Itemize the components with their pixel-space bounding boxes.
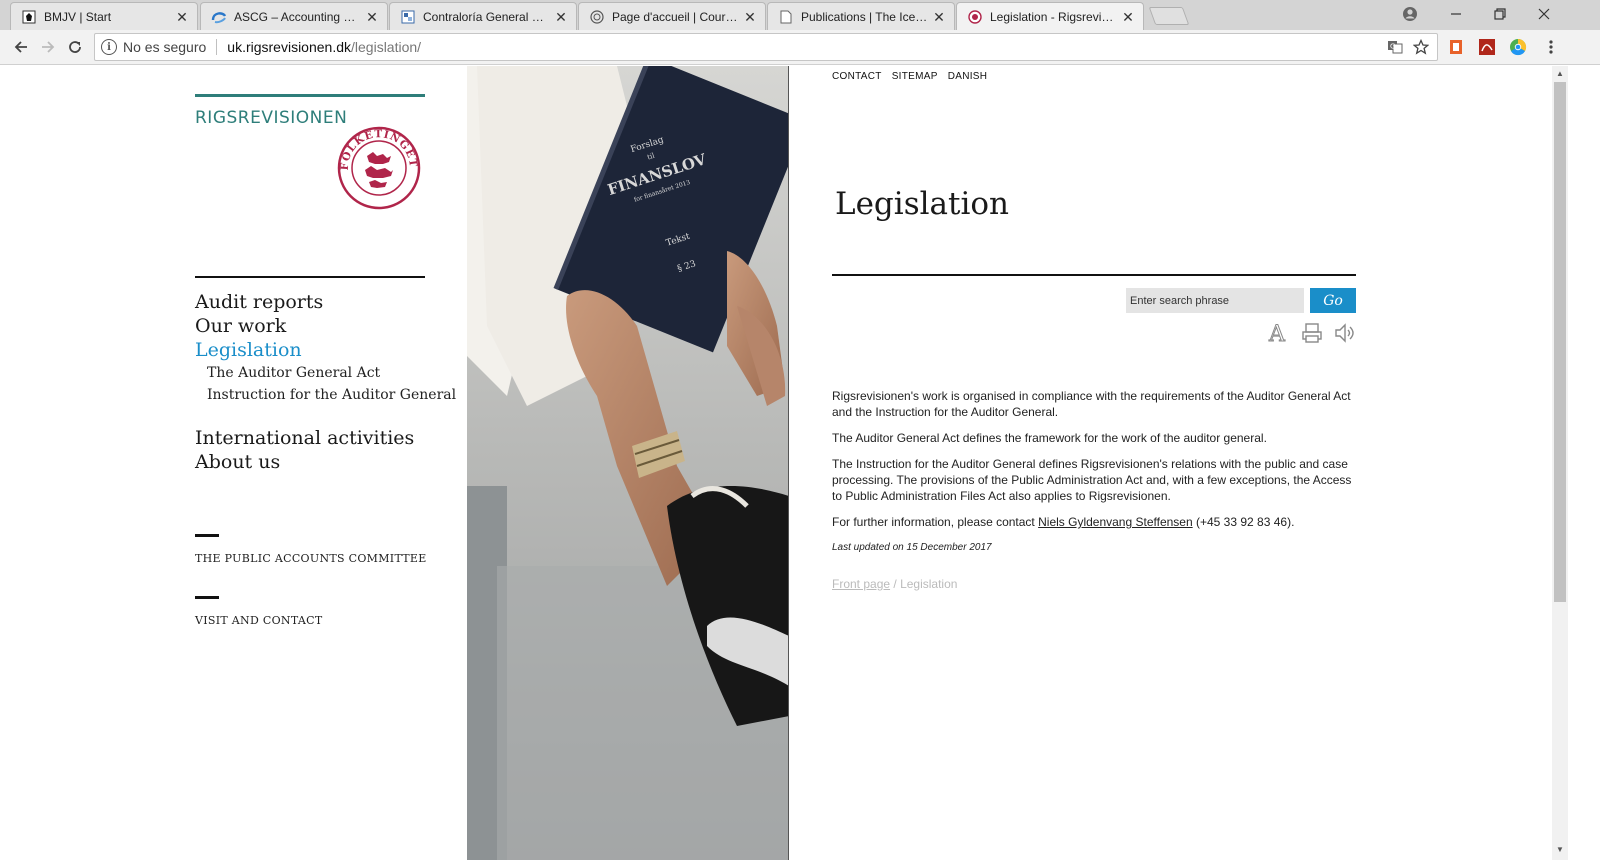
tab-title: Legislation - Rigsrevisionen (990, 10, 1117, 24)
main-navigation: Audit reports Our work Legislation The A… (195, 290, 456, 474)
text-size-icon[interactable]: A (1267, 321, 1291, 348)
breadcrumb-front-page[interactable]: Front page (832, 577, 890, 591)
address-bar[interactable]: i No es seguro uk.rigsrevisionen.dk/legi… (94, 33, 1438, 61)
info-icon[interactable]: i (101, 39, 117, 55)
bookmark-star-icon[interactable] (1412, 38, 1430, 58)
danish-language-link[interactable]: DANISH (948, 71, 988, 82)
print-icon[interactable] (1300, 321, 1324, 345)
sitemap-link[interactable]: SITEMAP (892, 71, 938, 82)
eagle-favicon-icon (21, 9, 37, 25)
scroll-down-icon[interactable]: ▼ (1552, 842, 1568, 858)
cour-favicon-icon (589, 9, 605, 25)
page-title: Legislation (835, 186, 1009, 222)
tab-title: Contraloría General de la (423, 9, 550, 24)
search-go-button[interactable]: Go (1310, 288, 1356, 313)
close-tab-icon[interactable]: ✕ (1121, 10, 1135, 24)
page-scrollbar[interactable]: ▲ ▼ (1552, 66, 1568, 860)
nav-legislation[interactable]: Legislation (195, 338, 456, 362)
address-separator (216, 39, 218, 55)
tab-ascg[interactable]: ASCG – Accounting Standards ✕ (200, 2, 388, 30)
page-viewport: RIGSREVISIONEN FOLKETINGET Audit reports… (0, 66, 1552, 860)
scroll-up-icon[interactable]: ▲ (1552, 66, 1568, 82)
tab-legislation[interactable]: Legislation - Rigsrevisionen ✕ (956, 2, 1144, 31)
svg-text:A: A (1268, 322, 1286, 345)
paragraph-contact: For further information, please contact … (832, 514, 1356, 530)
reload-icon[interactable] (64, 36, 86, 58)
nav-top-rule (195, 276, 425, 278)
paragraph-intro: Rigsrevisionen's work is organised in co… (832, 389, 1351, 419)
nav-sub-instruction[interactable]: Instruction for the Auditor General (195, 384, 456, 406)
public-accounts-committee-link[interactable]: THE PUBLIC ACCOUNTS COMMITTEE (195, 552, 427, 565)
speaker-icon[interactable] (1333, 321, 1357, 345)
logo-accent-bar (195, 94, 425, 97)
pdf-extension-icon[interactable] (1478, 38, 1496, 56)
title-rule (832, 274, 1356, 276)
visit-dash (195, 596, 219, 599)
top-navigation: CONTACT SITEMAP DANISH (832, 71, 987, 82)
nav-our-work[interactable]: Our work (195, 314, 456, 338)
close-tab-icon[interactable]: ✕ (175, 10, 189, 24)
tab-iceland[interactable]: Publications | The Iceland ✕ (767, 2, 955, 30)
close-tab-icon[interactable]: ✕ (743, 10, 757, 24)
close-window-icon[interactable] (1522, 0, 1566, 28)
close-tab-icon[interactable]: ✕ (554, 10, 568, 24)
forward-arrow-icon[interactable] (37, 36, 59, 58)
nav-sub-auditor-general-act[interactable]: The Auditor General Act (195, 362, 456, 384)
nav-international-activities[interactable]: International activities (195, 426, 456, 450)
translate-icon[interactable]: G (1387, 39, 1403, 58)
profile-icon[interactable] (1388, 0, 1432, 28)
contraloria-favicon-icon (400, 9, 416, 25)
browser-toolbar: i No es seguro uk.rigsrevisionen.dk/legi… (0, 30, 1600, 65)
scrollbar-thumb[interactable] (1554, 82, 1566, 602)
menu-dots-icon[interactable] (1542, 38, 1560, 56)
svg-text:G: G (1390, 43, 1395, 51)
contact-phone-text: (+45 33 92 83 46). (1192, 515, 1295, 529)
paragraph-act: The Auditor General Act defines the fram… (832, 431, 1267, 445)
security-status: No es seguro (123, 39, 207, 55)
paragraph-instruction: The Instruction for the Auditor General … (832, 457, 1352, 503)
tab-contraloria[interactable]: Contraloría General de la ✕ (389, 2, 577, 30)
folketinget-seal-logo[interactable]: FOLKETINGET (337, 126, 421, 210)
nav-audit-reports[interactable]: Audit reports (195, 290, 456, 314)
new-tab-button[interactable] (1148, 7, 1190, 25)
tab-cour-des-comptes[interactable]: Page d'accueil | Cour des ✕ (578, 2, 766, 30)
tab-bmjv[interactable]: BMJV | Start ✕ (10, 2, 198, 30)
contact-link[interactable]: CONTACT (832, 71, 882, 82)
close-tab-icon[interactable]: ✕ (365, 10, 379, 24)
breadcrumb: Front page / Legislation (832, 577, 957, 591)
minimize-icon[interactable] (1434, 0, 1478, 28)
breadcrumb-current: Legislation (900, 577, 958, 591)
back-arrow-icon[interactable] (10, 36, 32, 58)
tab-title: Publications | The Iceland (801, 9, 928, 24)
article-body: Rigsrevisionen's work is organised in co… (832, 388, 1356, 566)
visit-and-contact-link[interactable]: VISIT AND CONTACT (195, 614, 322, 627)
url-host: uk.rigsrevisionen.dk (227, 39, 352, 55)
ascg-favicon-icon (211, 9, 227, 25)
window-edge (1568, 66, 1600, 860)
office-extension-icon[interactable] (1447, 38, 1465, 56)
search-input[interactable] (1126, 288, 1304, 313)
close-tab-icon[interactable]: ✕ (932, 10, 946, 24)
nav-about-us[interactable]: About us (195, 450, 456, 474)
committee-dash (195, 534, 219, 537)
last-updated: Last updated on 15 December 2017 (832, 542, 992, 553)
chrome-extension-icon[interactable] (1509, 38, 1527, 56)
site-logo[interactable]: RIGSREVISIONEN (195, 108, 347, 128)
tab-title: ASCG – Accounting Standards (234, 9, 361, 24)
rigsrevisionen-favicon-icon (967, 9, 983, 25)
hero-photo: Forslag til FINANSLOV for finansåret 201… (467, 66, 789, 860)
url-path: /legislation/ (351, 39, 422, 55)
breadcrumb-separator: / (890, 577, 901, 591)
tab-title: Page d'accueil | Cour des (612, 9, 739, 24)
contact-text-before: For further information, please contact (832, 515, 1039, 529)
restore-icon[interactable] (1478, 0, 1522, 28)
browser-tab-bar: BMJV | Start ✕ ASCG – Accounting Standar… (0, 0, 1600, 31)
tab-title: BMJV | Start (44, 9, 112, 24)
page-favicon-icon (778, 9, 794, 25)
nav-gap (195, 406, 456, 426)
contact-person-link[interactable]: Niels Gyldenvang Steffensen (1038, 515, 1193, 529)
